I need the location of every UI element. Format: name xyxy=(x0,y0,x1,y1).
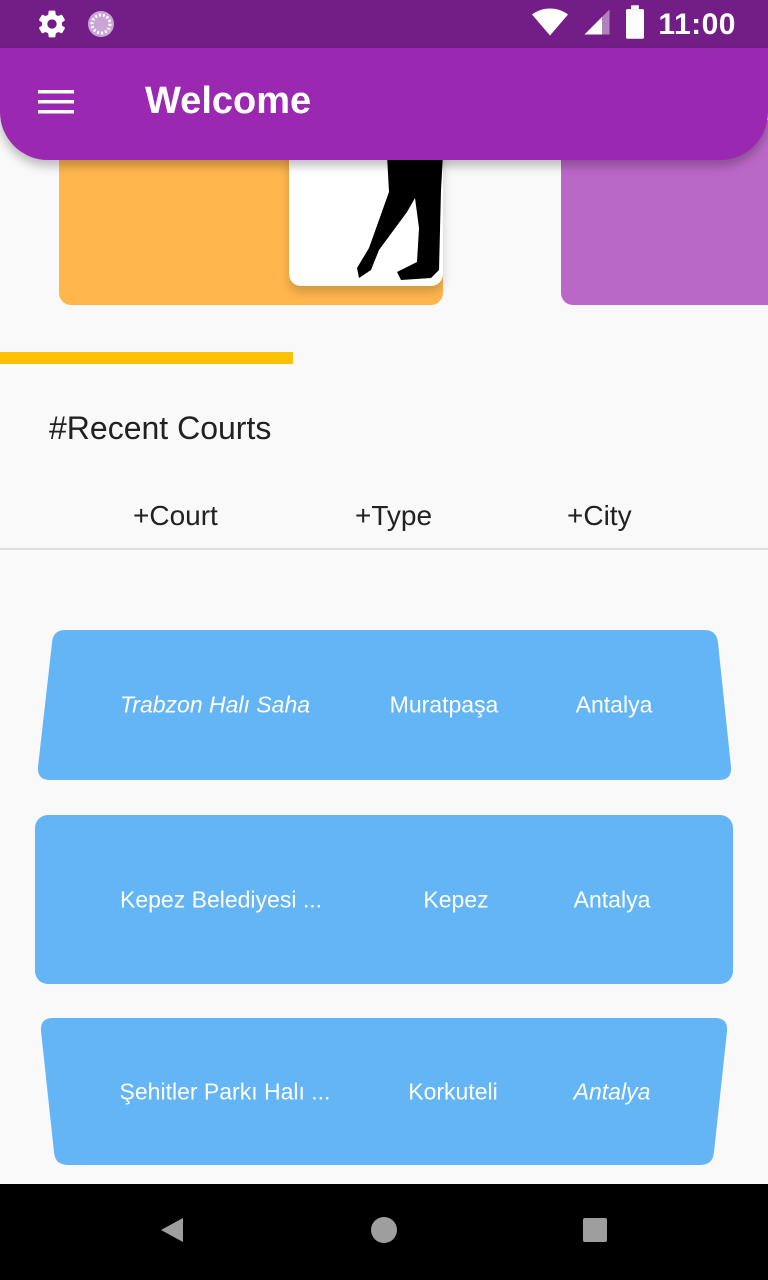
back-button[interactable] xyxy=(144,1204,200,1260)
court-district: Muratpaşa xyxy=(389,691,499,718)
column-header-type[interactable]: +Type xyxy=(355,500,432,532)
status-right: 11:00 xyxy=(532,4,736,45)
section-title: #Recent Courts xyxy=(49,410,272,446)
court-name: Kepez Belediyesi ... xyxy=(119,886,323,912)
court-district: Korkuteli xyxy=(408,1078,498,1104)
recents-icon xyxy=(581,1216,609,1249)
status-bar: 11:00 xyxy=(0,0,768,48)
navigation-bar xyxy=(0,1184,768,1280)
carousel-indicator xyxy=(0,352,293,364)
column-header-court[interactable]: +Court xyxy=(133,500,218,532)
menu-icon xyxy=(36,87,76,122)
court-city: Antalya xyxy=(573,886,651,912)
wifi-icon xyxy=(532,4,569,45)
court-row[interactable]: Şehitler Parkı Halı ... Korkuteli Antaly… xyxy=(40,1018,728,1165)
court-row[interactable]: Kepez Belediyesi ... Kepez Antalya xyxy=(35,815,733,984)
court-city: Antalya xyxy=(573,1078,651,1104)
battery-icon xyxy=(626,5,645,44)
court-name: Şehitler Parkı Halı ... xyxy=(119,1078,331,1104)
back-icon xyxy=(157,1215,187,1250)
signal-icon xyxy=(582,7,612,42)
court-district: Kepez xyxy=(423,886,489,912)
gear-icon xyxy=(36,8,68,45)
page-title: Welcome xyxy=(145,80,312,122)
status-time: 11:00 xyxy=(658,7,736,41)
status-left xyxy=(36,8,116,45)
court-row[interactable]: Trabzon Halı Saha Muratpaşa Antalya xyxy=(37,630,732,780)
column-header-city[interactable]: +City xyxy=(567,500,632,532)
recents-button[interactable] xyxy=(567,1204,623,1260)
court-city: Antalya xyxy=(575,691,653,718)
court-name: Trabzon Halı Saha xyxy=(119,691,311,718)
home-button[interactable] xyxy=(356,1204,412,1260)
loading-icon xyxy=(86,9,116,44)
home-icon xyxy=(369,1215,399,1250)
app-bar: Welcome xyxy=(0,48,768,160)
menu-button[interactable] xyxy=(26,76,86,132)
divider xyxy=(0,548,768,550)
